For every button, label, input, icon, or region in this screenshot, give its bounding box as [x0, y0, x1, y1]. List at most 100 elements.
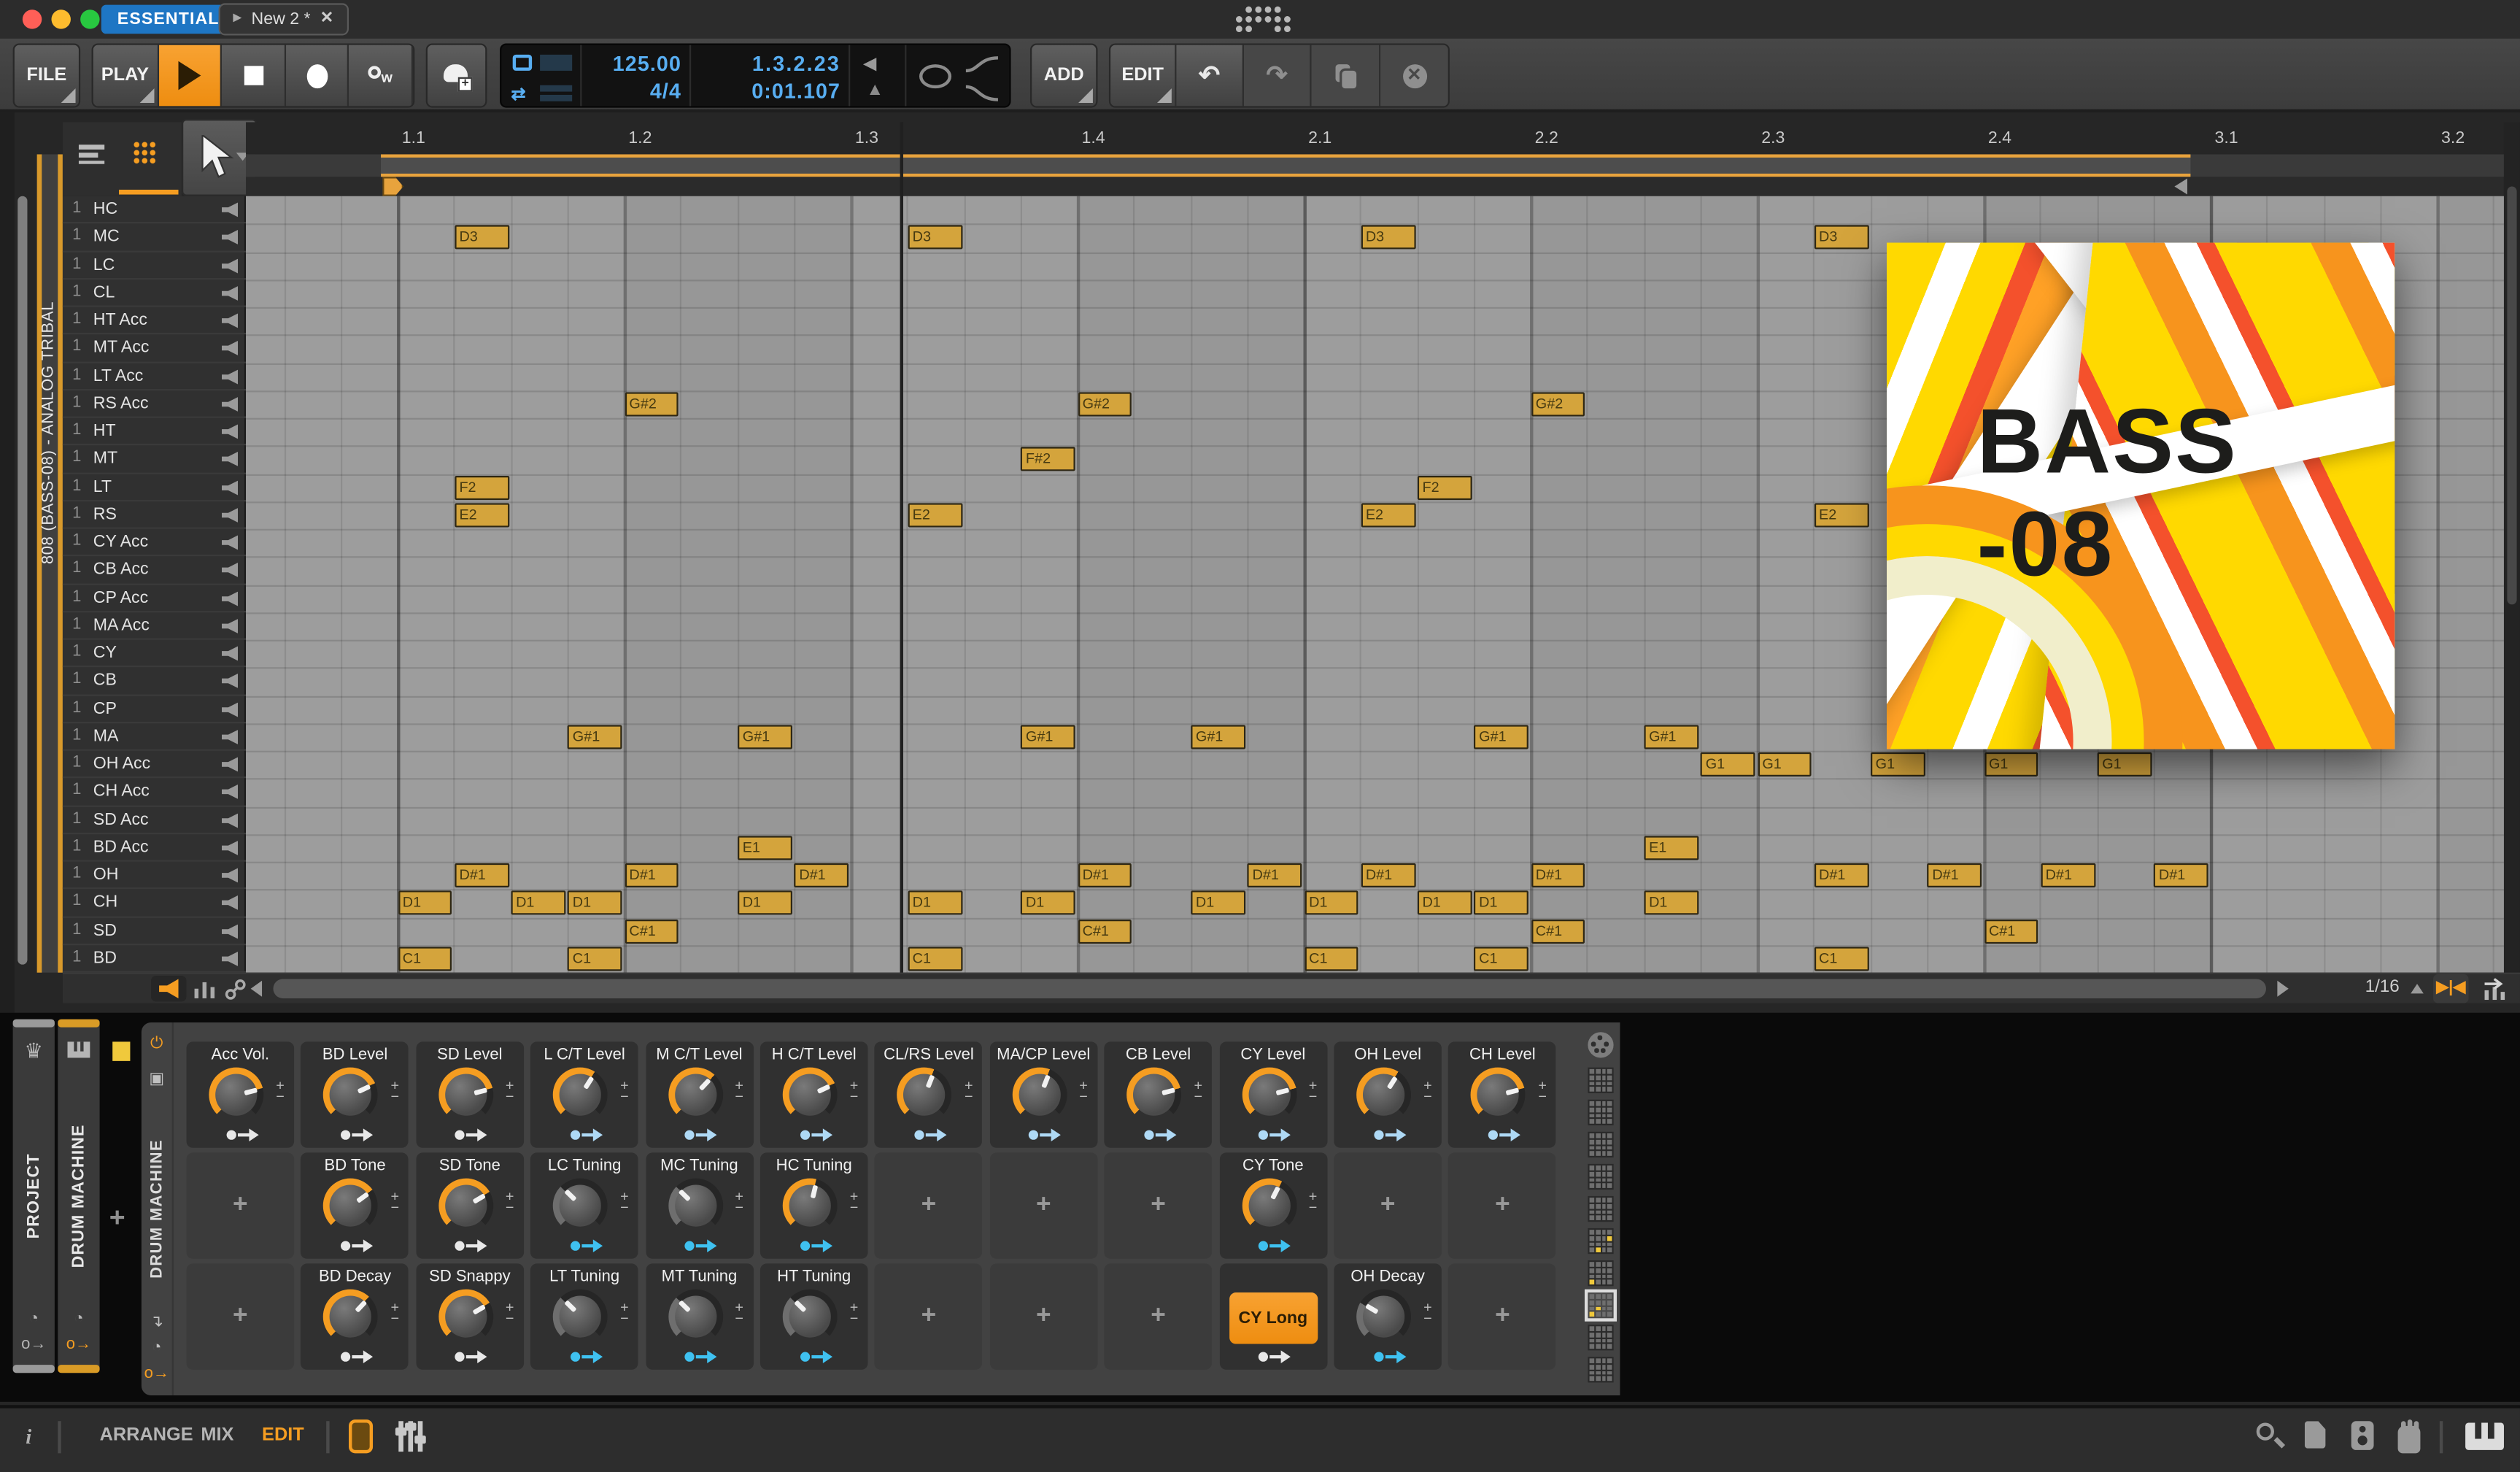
- track-row[interactable]: 1 LT: [62, 474, 247, 501]
- midi-note[interactable]: C#1: [1077, 918, 1132, 943]
- track-audition-icon[interactable]: [221, 424, 239, 439]
- knob[interactable]: [438, 1178, 493, 1233]
- midi-note[interactable]: F#2: [1021, 447, 1075, 471]
- modulation-route-icon[interactable]: [1140, 1128, 1176, 1141]
- track-audition-icon[interactable]: [221, 507, 239, 523]
- modulation-route-icon[interactable]: [681, 1239, 717, 1252]
- knob[interactable]: [553, 1178, 608, 1233]
- track-audition-icon[interactable]: [221, 479, 239, 495]
- midi-note[interactable]: G#1: [1474, 724, 1528, 749]
- close-tab-icon[interactable]: ✕: [320, 5, 333, 34]
- grid-scrollbar-right[interactable]: [2503, 122, 2520, 973]
- knob[interactable]: [1241, 1178, 1296, 1233]
- loop-icon[interactable]: [919, 64, 952, 89]
- track-audition-icon[interactable]: [221, 535, 239, 550]
- redo-button[interactable]: ↷: [1243, 45, 1312, 107]
- snap-toggle-button[interactable]: ▶|◀: [2433, 974, 2469, 1003]
- position-section[interactable]: 1.3.2.23 0:01.107: [691, 45, 851, 107]
- midi-note[interactable]: D#1: [624, 863, 679, 887]
- modulation-route-icon[interactable]: [681, 1350, 717, 1363]
- plusminus-icon[interactable]: + −: [506, 1300, 514, 1325]
- play-button[interactable]: [158, 45, 223, 107]
- midi-note[interactable]: C1: [1814, 946, 1868, 971]
- modulation-route-icon[interactable]: [337, 1239, 373, 1252]
- midi-note[interactable]: D1: [511, 890, 565, 915]
- midi-note[interactable]: C1: [398, 946, 452, 971]
- punch-in-icon[interactable]: ◀: [863, 53, 877, 74]
- midi-note[interactable]: C#1: [624, 918, 679, 943]
- device-collapse-icon[interactable]: ↴: [150, 1314, 163, 1331]
- modulation-route-icon[interactable]: [567, 1350, 603, 1363]
- expression-page-icon[interactable]: [1588, 1357, 1614, 1383]
- midi-note[interactable]: D1: [1474, 890, 1528, 915]
- modulation-route-icon[interactable]: [796, 1128, 832, 1141]
- empty-knob-slot[interactable]: +: [1448, 1152, 1557, 1259]
- track-row[interactable]: 1 MA: [62, 723, 247, 751]
- midi-note[interactable]: D3: [1361, 225, 1415, 250]
- track-audition-icon[interactable]: [221, 923, 239, 939]
- plusminus-icon[interactable]: + −: [735, 1189, 743, 1214]
- midi-note[interactable]: F2: [1417, 474, 1472, 499]
- stop-button[interactable]: [222, 45, 286, 107]
- modulation-route-icon[interactable]: [681, 1128, 717, 1141]
- grid-view-icon[interactable]: [133, 141, 158, 166]
- expression-page-icon[interactable]: [1584, 1289, 1617, 1322]
- plusminus-icon[interactable]: + −: [850, 1300, 859, 1325]
- expression-page-icon[interactable]: [1588, 1099, 1614, 1125]
- modulation-route-icon[interactable]: [337, 1128, 373, 1141]
- track-row[interactable]: 1 CB: [62, 668, 247, 695]
- view-tab-edit[interactable]: EDIT: [262, 1426, 304, 1445]
- list-view-icon[interactable]: [78, 144, 105, 164]
- track-audition-icon[interactable]: [221, 646, 239, 661]
- automation-write-icon[interactable]: [965, 84, 1000, 103]
- midi-note[interactable]: D#1: [2154, 863, 2208, 887]
- loop-end-marker[interactable]: [2174, 178, 2188, 195]
- knob[interactable]: [782, 1289, 838, 1344]
- track-row[interactable]: 1 CL: [62, 280, 247, 307]
- view-tab-mix[interactable]: MIX: [201, 1426, 233, 1445]
- track-audition-icon[interactable]: [221, 895, 239, 911]
- modulation-route-icon[interactable]: [567, 1239, 603, 1252]
- track-row[interactable]: 1 CH Acc: [62, 779, 247, 806]
- midi-note[interactable]: D1: [908, 890, 962, 915]
- track-row[interactable]: 1 HC: [62, 196, 247, 224]
- plusminus-icon[interactable]: + −: [850, 1189, 859, 1214]
- track-audition-icon[interactable]: [221, 729, 239, 744]
- expression-page-icon[interactable]: [1588, 1131, 1614, 1158]
- midi-note[interactable]: D#1: [1361, 863, 1415, 887]
- knob[interactable]: [897, 1067, 952, 1122]
- modulation-route-icon[interactable]: [223, 1128, 258, 1141]
- knob[interactable]: [209, 1067, 264, 1122]
- track-audition-icon[interactable]: [221, 590, 239, 606]
- modulation-route-icon[interactable]: [452, 1239, 488, 1252]
- track-audition-icon[interactable]: [221, 674, 239, 689]
- midi-note[interactable]: E2: [454, 502, 509, 527]
- midi-note[interactable]: C1: [1474, 946, 1528, 971]
- midi-note[interactable]: G1: [1757, 752, 1812, 777]
- empty-knob-slot[interactable]: +: [1104, 1263, 1213, 1370]
- midi-note[interactable]: D#1: [1927, 863, 1982, 887]
- modulation-route-icon[interactable]: [1370, 1128, 1406, 1141]
- midi-note[interactable]: G#1: [568, 724, 622, 749]
- empty-knob-slot[interactable]: +: [1448, 1263, 1557, 1370]
- empty-knob-slot[interactable]: +: [1104, 1152, 1213, 1259]
- midi-note[interactable]: D3: [454, 225, 509, 250]
- midi-note[interactable]: D#1: [1531, 863, 1585, 887]
- track-row[interactable]: 1 MA Acc: [62, 612, 247, 640]
- track-audition-icon[interactable]: [221, 285, 239, 301]
- piano-keyboard-icon[interactable]: [2465, 1422, 2504, 1450]
- track-row[interactable]: 1 BD Acc: [62, 834, 247, 862]
- toggle-button[interactable]: CY Long: [1229, 1292, 1318, 1344]
- midi-note[interactable]: E2: [1814, 502, 1868, 527]
- expression-page-icon[interactable]: [1588, 1228, 1614, 1255]
- device-chain-tab[interactable]: DRUM MACHINE ◔ o→: [58, 1019, 100, 1373]
- knob[interactable]: [782, 1067, 838, 1122]
- track-row[interactable]: 1 CP Acc: [62, 585, 247, 612]
- follow-playhead-icon[interactable]: [2483, 977, 2507, 1004]
- modulation-route-icon[interactable]: [337, 1350, 373, 1363]
- audition-button[interactable]: [151, 976, 187, 1002]
- modulation-route-icon[interactable]: [911, 1128, 947, 1141]
- track-audition-icon[interactable]: [221, 868, 239, 883]
- song-position-value[interactable]: 1.3.2.23: [752, 51, 840, 75]
- midi-note[interactable]: D1: [398, 890, 452, 915]
